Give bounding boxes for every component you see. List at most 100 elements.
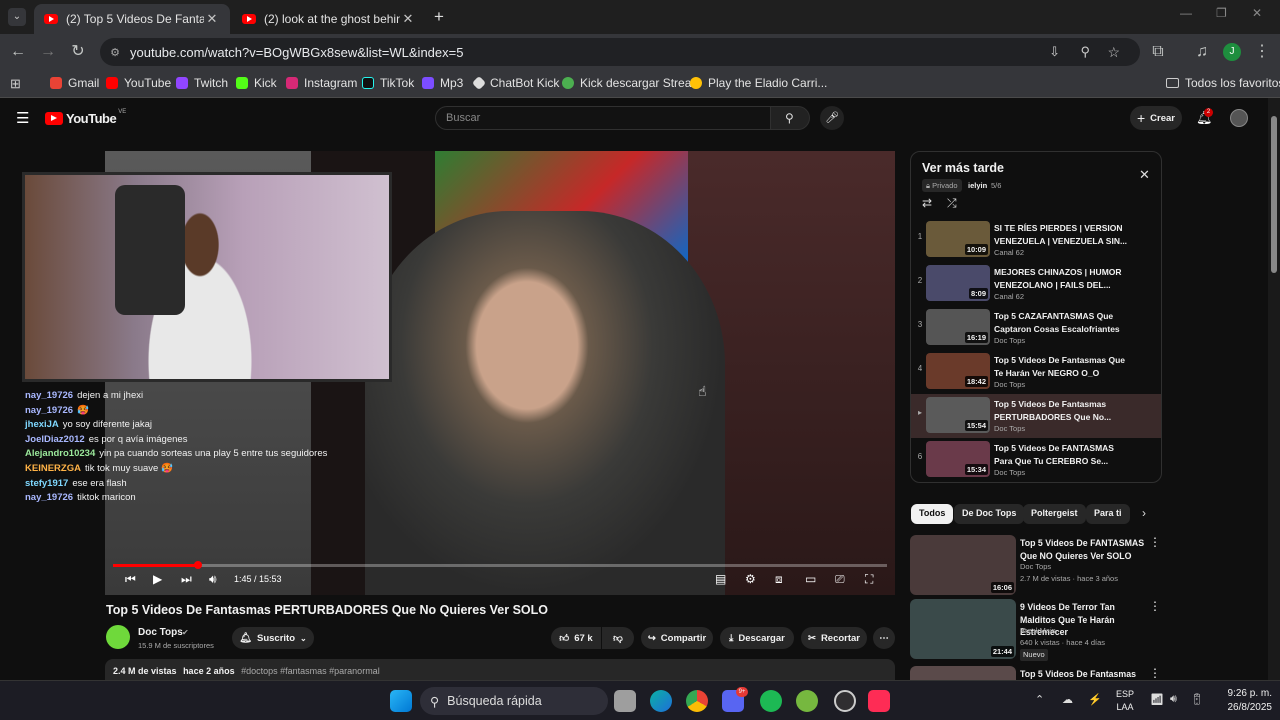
create-button[interactable]: + Crear bbox=[1130, 106, 1182, 130]
playlist-item[interactable]: 6 15:34 Top 5 Videos De FANTASMAS Para Que… bbox=[911, 438, 1161, 482]
share-button[interactable]: ↪ Compartir bbox=[641, 627, 713, 649]
chip-para-ti[interactable]: Para ti bbox=[1086, 504, 1130, 524]
channel-name[interactable]: Doc Tops bbox=[138, 627, 183, 638]
more-options-icon[interactable]: ⋮ bbox=[1149, 535, 1161, 549]
progress-scrubber[interactable] bbox=[194, 561, 203, 569]
tab-active[interactable]: (2) Top 5 Videos De Fantasmas ✕ bbox=[34, 4, 230, 34]
bookmark-kick[interactable]: Kick bbox=[236, 76, 277, 90]
playlist-item-channel[interactable]: Canal 62 bbox=[994, 248, 1024, 257]
tab-inactive[interactable]: (2) look at the ghost behind(wi ✕ bbox=[232, 4, 426, 34]
search-input[interactable]: Buscar bbox=[435, 106, 771, 130]
tray-app-icon[interactable]: ☁ bbox=[1062, 693, 1073, 706]
theater-mode-icon[interactable]: ▭ bbox=[805, 572, 816, 586]
zoom-icon[interactable]: ⚲ bbox=[1080, 44, 1090, 60]
edge-icon[interactable] bbox=[650, 690, 672, 712]
bookmark-mp3[interactable]: Mp3 bbox=[422, 76, 463, 90]
maximize-icon[interactable]: ❐ bbox=[1216, 6, 1227, 20]
playlist-item-channel[interactable]: Doc Tops bbox=[994, 336, 1025, 345]
bookmark-star-icon[interactable]: ☆ bbox=[1107, 44, 1120, 61]
more-options-icon[interactable]: ⋮ bbox=[1149, 666, 1161, 680]
bookmark-instagram[interactable]: Instagram bbox=[286, 76, 357, 90]
bookmark-kick-download[interactable]: Kick descargar Strea... bbox=[562, 76, 701, 90]
tiktok-live-icon[interactable] bbox=[868, 690, 890, 712]
more-actions-button[interactable]: ⋯ bbox=[873, 627, 895, 649]
more-options-icon[interactable]: ⋮ bbox=[1149, 599, 1161, 613]
extensions-icon[interactable]: ⧉ bbox=[1148, 42, 1168, 62]
next-icon[interactable]: ⏭︎ bbox=[181, 572, 192, 587]
playlist-item-thumbnail[interactable]: 8:09 bbox=[926, 265, 990, 301]
hashtags[interactable]: #doctops #fantasmas #paranormal bbox=[241, 666, 380, 676]
playlist-item[interactable]: ▸ 15:54 Top 5 Videos De Fantasmas PERTURBA… bbox=[911, 394, 1161, 438]
playlist-item-channel[interactable]: Doc Tops bbox=[994, 424, 1025, 433]
voice-search-button[interactable]: 🎤︎ bbox=[820, 106, 844, 130]
scrollbar-thumb[interactable] bbox=[1271, 116, 1277, 273]
volume-icon[interactable]: 🔊︎ bbox=[209, 572, 217, 587]
recommended-video-title[interactable]: Top 5 Videos De FANTASMAS Que NO Quieres… bbox=[1020, 537, 1150, 562]
taskbar-search[interactable]: ⚲ Búsqueda rápida bbox=[420, 687, 608, 715]
like-button[interactable]: 👍︎ 67 k bbox=[551, 627, 601, 649]
clock[interactable]: 9:26 p. m. 26/8/2025 bbox=[1208, 687, 1273, 715]
profile-avatar[interactable]: J bbox=[1223, 43, 1241, 61]
chips-next-icon[interactable]: › bbox=[1142, 506, 1146, 520]
bookmark-chatbot-kick[interactable]: ChatBot Kick bbox=[471, 75, 559, 91]
new-tab-button[interactable]: + bbox=[434, 7, 444, 27]
playlist-item[interactable]: 2 8:09 MEJORES CHINAZOS | HUMOR VENEZOLANO… bbox=[911, 262, 1161, 306]
miniplayer-icon[interactable]: ⧈ bbox=[775, 572, 783, 587]
battery-icon[interactable]: 🔋︎ bbox=[1190, 693, 1204, 706]
recommended-video-thumbnail[interactable] bbox=[910, 666, 1016, 680]
playlist-owner[interactable]: ielyin bbox=[968, 181, 987, 190]
apps-grid-icon[interactable]: ⊞ bbox=[10, 76, 21, 92]
language-indicator[interactable]: ESP LAA bbox=[1116, 688, 1134, 714]
forward-arrow-icon[interactable]: → bbox=[38, 42, 58, 62]
download-button[interactable]: ⤓ Descargar bbox=[720, 627, 794, 649]
clip-button[interactable]: ✂ Recortar bbox=[801, 627, 867, 649]
menu-kebab-icon[interactable]: ⋮ bbox=[1252, 42, 1272, 62]
close-tab-icon[interactable]: ✕ bbox=[400, 11, 416, 27]
close-window-icon[interactable]: ✕ bbox=[1252, 6, 1262, 20]
recommended-video-channel[interactable]: Doc Tops bbox=[1020, 561, 1051, 573]
playlist-item-thumbnail[interactable]: 15:34 bbox=[926, 441, 990, 477]
site-info-icon[interactable]: ⚙ bbox=[100, 46, 130, 59]
playlist-item-title[interactable]: Top 5 Videos De Fantasmas PERTURBADORES … bbox=[994, 398, 1134, 423]
playlist-item-thumbnail[interactable]: 18:42 bbox=[926, 353, 990, 389]
install-icon[interactable]: ⇩ bbox=[1049, 44, 1060, 60]
subtitles-icon[interactable]: ▤ bbox=[715, 572, 726, 586]
address-bar[interactable]: ⚙ youtube.com/watch?v=BOgWBGx8sew&list=W… bbox=[100, 38, 1140, 66]
back-arrow-icon[interactable]: ← bbox=[8, 42, 28, 62]
reload-icon[interactable]: ↻ bbox=[68, 42, 88, 62]
show-hidden-icons[interactable]: ⌃ bbox=[1035, 693, 1044, 706]
settings-gear-icon[interactable]: ⚙ bbox=[745, 572, 756, 586]
media-control-icon[interactable]: ♫ bbox=[1192, 42, 1212, 62]
playlist-title[interactable]: Ver más tarde bbox=[922, 161, 1004, 175]
hamburger-menu-icon[interactable]: ☰ bbox=[16, 109, 29, 127]
playlist-item-thumbnail[interactable]: 15:54 bbox=[926, 397, 990, 433]
tab-search-button[interactable]: ⌄ bbox=[8, 8, 26, 26]
recommended-video-thumbnail[interactable]: 16:06 bbox=[910, 535, 1016, 595]
subscribed-button[interactable]: 🔔︎ Suscrito ⌄ bbox=[232, 627, 314, 649]
bookmark-eladio[interactable]: Play the Eladio Carri... bbox=[690, 76, 827, 90]
file-explorer-icon[interactable] bbox=[614, 690, 636, 712]
recommended-video[interactable]: 16:06 Top 5 Videos De FANTASMAS Que NO Qu… bbox=[910, 535, 1165, 597]
playlist-item-thumbnail[interactable]: 10:09 bbox=[926, 221, 990, 257]
playlist-item[interactable]: 1 10:09 SI TE RÍES PIERDES | VERSION VENEZ… bbox=[911, 218, 1161, 262]
account-avatar[interactable] bbox=[1230, 109, 1248, 127]
close-tab-icon[interactable]: ✕ bbox=[204, 11, 220, 27]
chip-todos[interactable]: Todos bbox=[911, 504, 954, 524]
youtube-logo[interactable]: YouTube VE bbox=[45, 109, 126, 126]
playlist-item-channel[interactable]: Canal 62 bbox=[994, 292, 1024, 301]
recommended-video-thumbnail[interactable]: 21:44 bbox=[910, 599, 1016, 659]
wifi-icon[interactable]: 📶︎ bbox=[1150, 693, 1164, 706]
utorrent-icon[interactable] bbox=[796, 690, 818, 712]
progress-bar[interactable] bbox=[113, 564, 887, 567]
dislike-button[interactable]: 👎︎ bbox=[602, 627, 634, 649]
tray-network-app-icon[interactable]: ⚡ bbox=[1088, 693, 1102, 706]
playlist-item-title[interactable]: Top 5 CAZAFANTASMAS Que Captaron Cosas E… bbox=[994, 310, 1134, 335]
all-bookmarks[interactable]: Todos los favoritos bbox=[1166, 76, 1280, 90]
playlist-item-channel[interactable]: Doc Tops bbox=[994, 468, 1025, 477]
cast-icon[interactable]: ⎚ bbox=[835, 572, 845, 587]
spotify-icon[interactable] bbox=[760, 690, 782, 712]
obs-icon[interactable] bbox=[834, 690, 856, 712]
bookmark-youtube[interactable]: YouTube bbox=[106, 76, 171, 90]
playlist-item[interactable]: 3 16:19 Top 5 CAZAFANTASMAS Que Captaron C… bbox=[911, 306, 1161, 350]
playlist-item-title[interactable]: SI TE RÍES PIERDES | VERSION VENEZUELA |… bbox=[994, 222, 1134, 247]
